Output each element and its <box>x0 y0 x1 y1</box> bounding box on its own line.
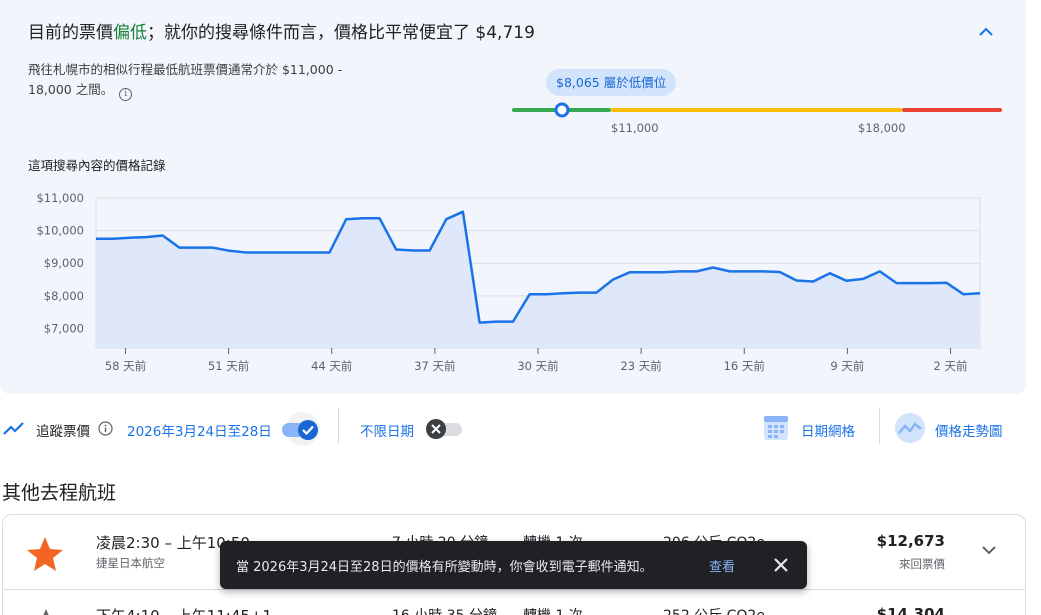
snackbar-view-button[interactable]: 查看 <box>709 556 735 575</box>
y-tick-label: $8,000 <box>44 289 84 303</box>
current-price-marker <box>554 102 570 118</box>
y-tick-label: $11,000 <box>36 191 84 205</box>
airline-logo-icon <box>43 609 49 615</box>
price-graph-icon <box>895 413 925 443</box>
flight-emissions: 252 公斤 CO2e <box>663 605 765 615</box>
airline-name: 捷星日本航空 <box>96 556 165 570</box>
y-tick-label: $7,000 <box>44 321 84 335</box>
price-graph-label: 價格走勢圖 <box>935 424 1003 440</box>
y-tick-label: $9,000 <box>44 256 84 270</box>
current-price-bubble: $8,065 屬於低價位 <box>546 69 677 96</box>
notification-snackbar: 當 2026年3月24日至28日的價格有所變動時，你會收到電子郵件通知。 查看 <box>220 541 807 589</box>
x-tick-label: 30 天前 <box>517 359 558 373</box>
price-range-gauge <box>512 102 1002 118</box>
tracked-dates[interactable]: 2026年3月24日至28日 <box>127 420 272 440</box>
other-flights-heading: 其他去程航班 <box>2 482 117 504</box>
flight-times[interactable]: 下午4:10 – 上午11:45+1 <box>96 605 272 615</box>
price-history-title: 這項搜尋內容的價格記錄 <box>28 158 166 173</box>
x-tick-label: 16 天前 <box>724 359 765 373</box>
toolbar-divider <box>338 408 339 444</box>
x-tick-label: 44 天前 <box>311 359 352 373</box>
x-tick-label: 58 天前 <box>105 359 146 373</box>
track-dates-toggle[interactable] <box>278 412 328 446</box>
x-tick-label: 37 天前 <box>414 359 455 373</box>
price-history-chart: $11,000 $10,000 $9,000 $8,000 $7,000 58 天前 51 … <box>36 191 981 373</box>
info-icon[interactable] <box>98 421 113 436</box>
close-icon[interactable] <box>769 553 793 577</box>
any-dates-label: 不限日期 <box>360 424 414 440</box>
flight-stops: 轉機 1 次 <box>523 605 583 615</box>
price-type: 來回票價 <box>899 557 945 571</box>
track-prices-label: 追蹤票價 <box>36 424 90 440</box>
y-tick-label: $10,000 <box>36 224 84 238</box>
x-tick-label: 51 天前 <box>208 359 249 373</box>
airline-logo-icon <box>27 537 63 571</box>
tracking-bar: 追蹤票價 2026年3月24日至28日 不限日期 日期網格 價格走勢圖 <box>0 402 1041 454</box>
any-dates-toggle[interactable] <box>424 416 464 442</box>
snackbar-message: 當 2026年3月24日至28日的價格有所變動時，你會收到電子郵件通知。 <box>236 560 653 575</box>
calendar-grid-icon <box>764 416 788 440</box>
trending-icon <box>3 422 24 435</box>
row-divider <box>3 589 1025 590</box>
gauge-tick-18000: $18,000 <box>858 121 906 135</box>
chevron-down-icon[interactable] <box>978 539 1000 561</box>
flight-duration: 16 小時 35 分鐘 <box>392 605 497 615</box>
flight-price: $14,304 <box>876 605 945 615</box>
x-tick-label: 9 天前 <box>830 359 864 373</box>
x-tick-label: 23 天前 <box>620 359 661 373</box>
toolbar-divider <box>879 408 880 444</box>
price-insights-panel: 目前的票價偏低；就你的搜尋條件而言，價格比平常便宜了 $4,719 飛往札幌市的… <box>0 0 1026 394</box>
date-grid-label: 日期網格 <box>801 424 855 440</box>
flight-price: $12,673 <box>876 532 945 550</box>
gauge-tick-11000: $11,000 <box>611 121 659 135</box>
x-tick-label: 2 天前 <box>934 359 968 373</box>
